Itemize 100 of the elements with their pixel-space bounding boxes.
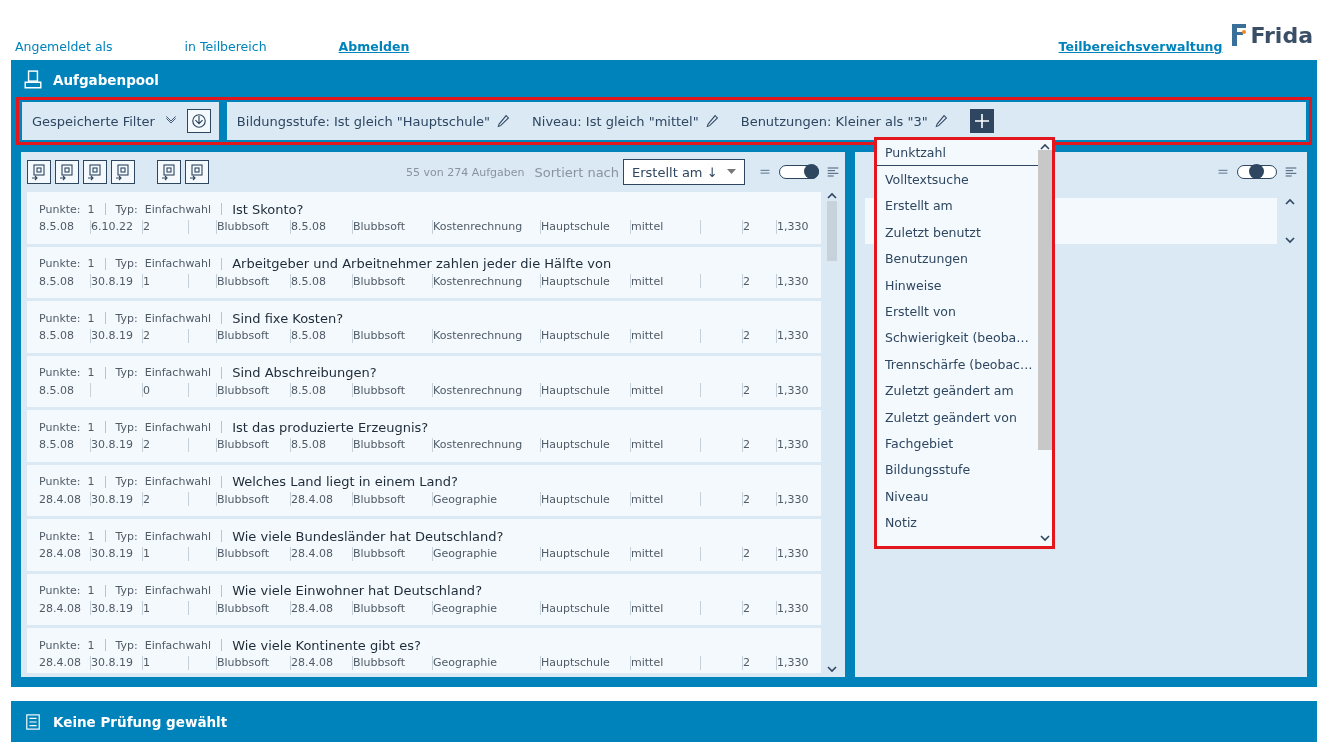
type-value: Einfachwahl	[144, 420, 212, 434]
task-row[interactable]: Punkte: 1 Typ: Einfachwahl Wie viele Kontinente gibt es? 28.4.08 30.8.19 1 Blubbsoft 28.4.08 Blubbsoft Geographie Hauptschule mittel 2 1,330	[27, 628, 821, 673]
meta-value: 2	[743, 492, 750, 506]
save-filter-button[interactable]	[186, 109, 211, 133]
add-filter-button[interactable]	[969, 109, 994, 133]
meta-value: 2	[743, 601, 750, 615]
points-value: 1	[87, 475, 95, 489]
meta-value: Kostenrechnung	[433, 274, 523, 288]
task-row[interactable]: Punkte: 1 Typ: Einfachwahl Ist das produzierte Erzeugnis? 8.5.08 30.8.19 2 Blubbsoft 8.5.08 Blubbsoft Kostenrechnung Hauptschule mittel 2 1,330	[27, 410, 821, 462]
menu-item[interactable]: Schwierigkeit (beoba…	[877, 324, 1038, 352]
logo-icon	[1230, 22, 1249, 48]
scroll-up-icon[interactable]	[827, 192, 837, 199]
menu-item[interactable]: Erstellt am	[877, 192, 1038, 220]
menu-item[interactable]: Benutzungen	[877, 245, 1038, 272]
meta-value: Blubbsoft	[217, 383, 269, 397]
meta-value: 8.5.08	[39, 329, 74, 343]
task-count: 55 von 274 Aufgaben	[406, 165, 525, 179]
task-row[interactable]: Punkte: 1 Typ: Einfachwahl Sind fixe Kosten? 8.5.08 30.8.19 2 Blubbsoft 8.5.08 Blubbsoft Kostenrechnung Hauptschule mittel 2 1,330	[27, 301, 821, 353]
meta-value: 30.8.19	[91, 656, 133, 670]
points-label: Punkte:	[39, 202, 81, 216]
menu-item[interactable]: Trennschärfe (beobac…	[877, 351, 1038, 378]
meta-value: 28.4.08	[291, 601, 333, 615]
meta-value: 2	[743, 438, 750, 452]
meta-value: 8.5.08	[291, 220, 326, 234]
plus-icon	[972, 112, 991, 130]
lines-icon	[759, 167, 771, 177]
task-row[interactable]: Punkte: 1 Typ: Einfachwahl Wie viele Einwohner hat Deutschland? 28.4.08 30.8.19 1 Blubbsoft 28.4.08 Blubbsoft Geographie Hauptschule mittel 2 1,330	[27, 573, 821, 625]
align-left-icon	[827, 166, 839, 178]
import-icon-button[interactable]	[27, 160, 51, 184]
panel-title: Aufgabenpool	[53, 72, 159, 88]
scroll-down-icon[interactable]	[1285, 237, 1295, 244]
box-icon	[23, 70, 43, 90]
meta-value: 2	[743, 220, 750, 234]
points-value: 1	[87, 420, 95, 434]
type-value: Einfachwahl	[144, 584, 212, 598]
menu-item[interactable]: Fachgebiet	[877, 430, 1038, 457]
meta-value: 1,330	[777, 492, 809, 506]
menu-item[interactable]: Hinweise	[877, 271, 1038, 299]
meta-value: mittel	[631, 547, 664, 561]
filter-label: Bildungsstufe: Ist gleich "Hauptschule"	[236, 113, 491, 129]
task-title: Sind fixe Kosten?	[232, 310, 344, 326]
meta-value: mittel	[631, 383, 664, 397]
meta-value: mittel	[631, 601, 664, 615]
menu-item[interactable]: Erstellt von	[877, 298, 1038, 325]
scroll-down-icon[interactable]	[827, 666, 837, 673]
meta-value: Hauptschule	[541, 383, 610, 397]
task-row[interactable]: Punkte: 1 Typ: Einfachwahl Wie viele Bundesländer hat Deutschland? 28.4.08 30.8.19 1 Blubbsoft 28.4.08 Blubbsoft Geographie Hauptschule mittel 2 1,330	[27, 519, 821, 571]
meta-value: 1,330	[777, 601, 809, 615]
points-value: 1	[87, 202, 95, 216]
meta-value: Geographie	[433, 547, 498, 561]
sort-select[interactable]: Erstellt am ↓	[623, 159, 745, 185]
menu-item[interactable]: Volltextsuche	[877, 166, 1038, 193]
type-label: Typ:	[115, 420, 138, 434]
meta-value: Kostenrechnung	[433, 383, 523, 397]
filter-label: Niveau: Ist gleich "mittel"	[532, 113, 699, 129]
menu-item[interactable]: Zuletzt geändert am	[877, 377, 1038, 404]
task-title: Arbeitgeber und Arbeitnehmer zahlen jeder die Hälfte von	[232, 256, 612, 272]
menu-item[interactable]: Zuletzt geändert von	[877, 403, 1038, 431]
meta-value: Blubbsoft	[217, 547, 269, 561]
lines-icon	[1217, 167, 1229, 177]
task-row[interactable]: Punkte: 1 Typ: Einfachwahl Ist Skonto? 8.5.08 6.10.22 2 Blubbsoft 8.5.08 Blubbsoft Kostenrechnung Hauptschule mittel 2 1,330	[27, 192, 821, 244]
type-value: Einfachwahl	[144, 529, 212, 543]
points-label: Punkte:	[39, 638, 81, 652]
view-toggle[interactable]	[779, 165, 819, 179]
type-value: Einfachwahl	[144, 638, 212, 652]
pencil-icon	[704, 113, 719, 129]
meta-value: 28.4.08	[39, 492, 81, 506]
scroll-down-icon[interactable]	[1040, 535, 1050, 542]
points-value: 1	[87, 257, 95, 271]
task-title: Welches Land liegt in einem Land?	[232, 474, 458, 490]
meta-value: 30.8.19	[91, 274, 133, 288]
admin-link[interactable]: Teilbereichsverwaltung	[1058, 39, 1223, 54]
meta-value: 1,330	[777, 656, 809, 670]
scroll-up-icon[interactable]	[1040, 143, 1050, 150]
meta-value: Geographie	[433, 656, 498, 670]
type-label: Typ:	[115, 529, 138, 543]
scroll-up-icon[interactable]	[1285, 198, 1295, 205]
points-value: 1	[87, 311, 95, 325]
task-row[interactable]: Punkte: 1 Typ: Einfachwahl Arbeitgeber und Arbeitnehmer zahlen jeder die Hälfte von 8.5.08 30.8.19 1 Blubbsoft 8.5.08 Blubbsoft Kostenrechnung Hauptschule mittel 2 1,330	[27, 246, 821, 298]
logout-link[interactable]: Abmelden	[338, 39, 410, 54]
meta-value: 8.5.08	[39, 274, 74, 288]
area-label: in Teilbereich	[184, 39, 267, 54]
menu-item[interactable]: Zuletzt benutzt	[877, 219, 1038, 246]
meta-value: Blubbsoft	[217, 329, 269, 343]
menu-item[interactable]: Bildungsstufe	[877, 456, 1038, 484]
scroll-thumb[interactable]	[827, 201, 837, 261]
saved-filters-label[interactable]: Gespeicherte Filter	[32, 113, 155, 129]
meta-value: 30.8.19	[91, 601, 133, 615]
task-row[interactable]: Punkte: 1 Typ: Einfachwahl Welches Land liegt in einem Land? 28.4.08 30.8.19 2 Blubbsoft 28.4.08 Blubbsoft Geographie Hauptschule mittel 2 1,330	[27, 464, 821, 516]
view-toggle[interactable]	[1237, 165, 1277, 179]
task-title: Wie viele Bundesländer hat Deutschland?	[232, 528, 504, 544]
task-row[interactable]: Punkte: 1 Typ: Einfachwahl Sind Abschreibungen? 8.5.08 0 Blubbsoft 8.5.08 Blubbsoft Kostenrechnung Hauptschule mittel 2 1,330	[27, 355, 821, 407]
checklist-icon	[25, 712, 41, 731]
meta-value: Kostenrechnung	[433, 220, 523, 234]
meta-value: Blubbsoft	[353, 656, 405, 670]
meta-value: 28.4.08	[291, 492, 333, 506]
menu-item[interactable]: Notiz	[877, 509, 1038, 536]
meta-value: 2	[743, 383, 750, 397]
menu-item[interactable]: Niveau	[877, 483, 1038, 510]
meta-value: mittel	[631, 492, 664, 506]
